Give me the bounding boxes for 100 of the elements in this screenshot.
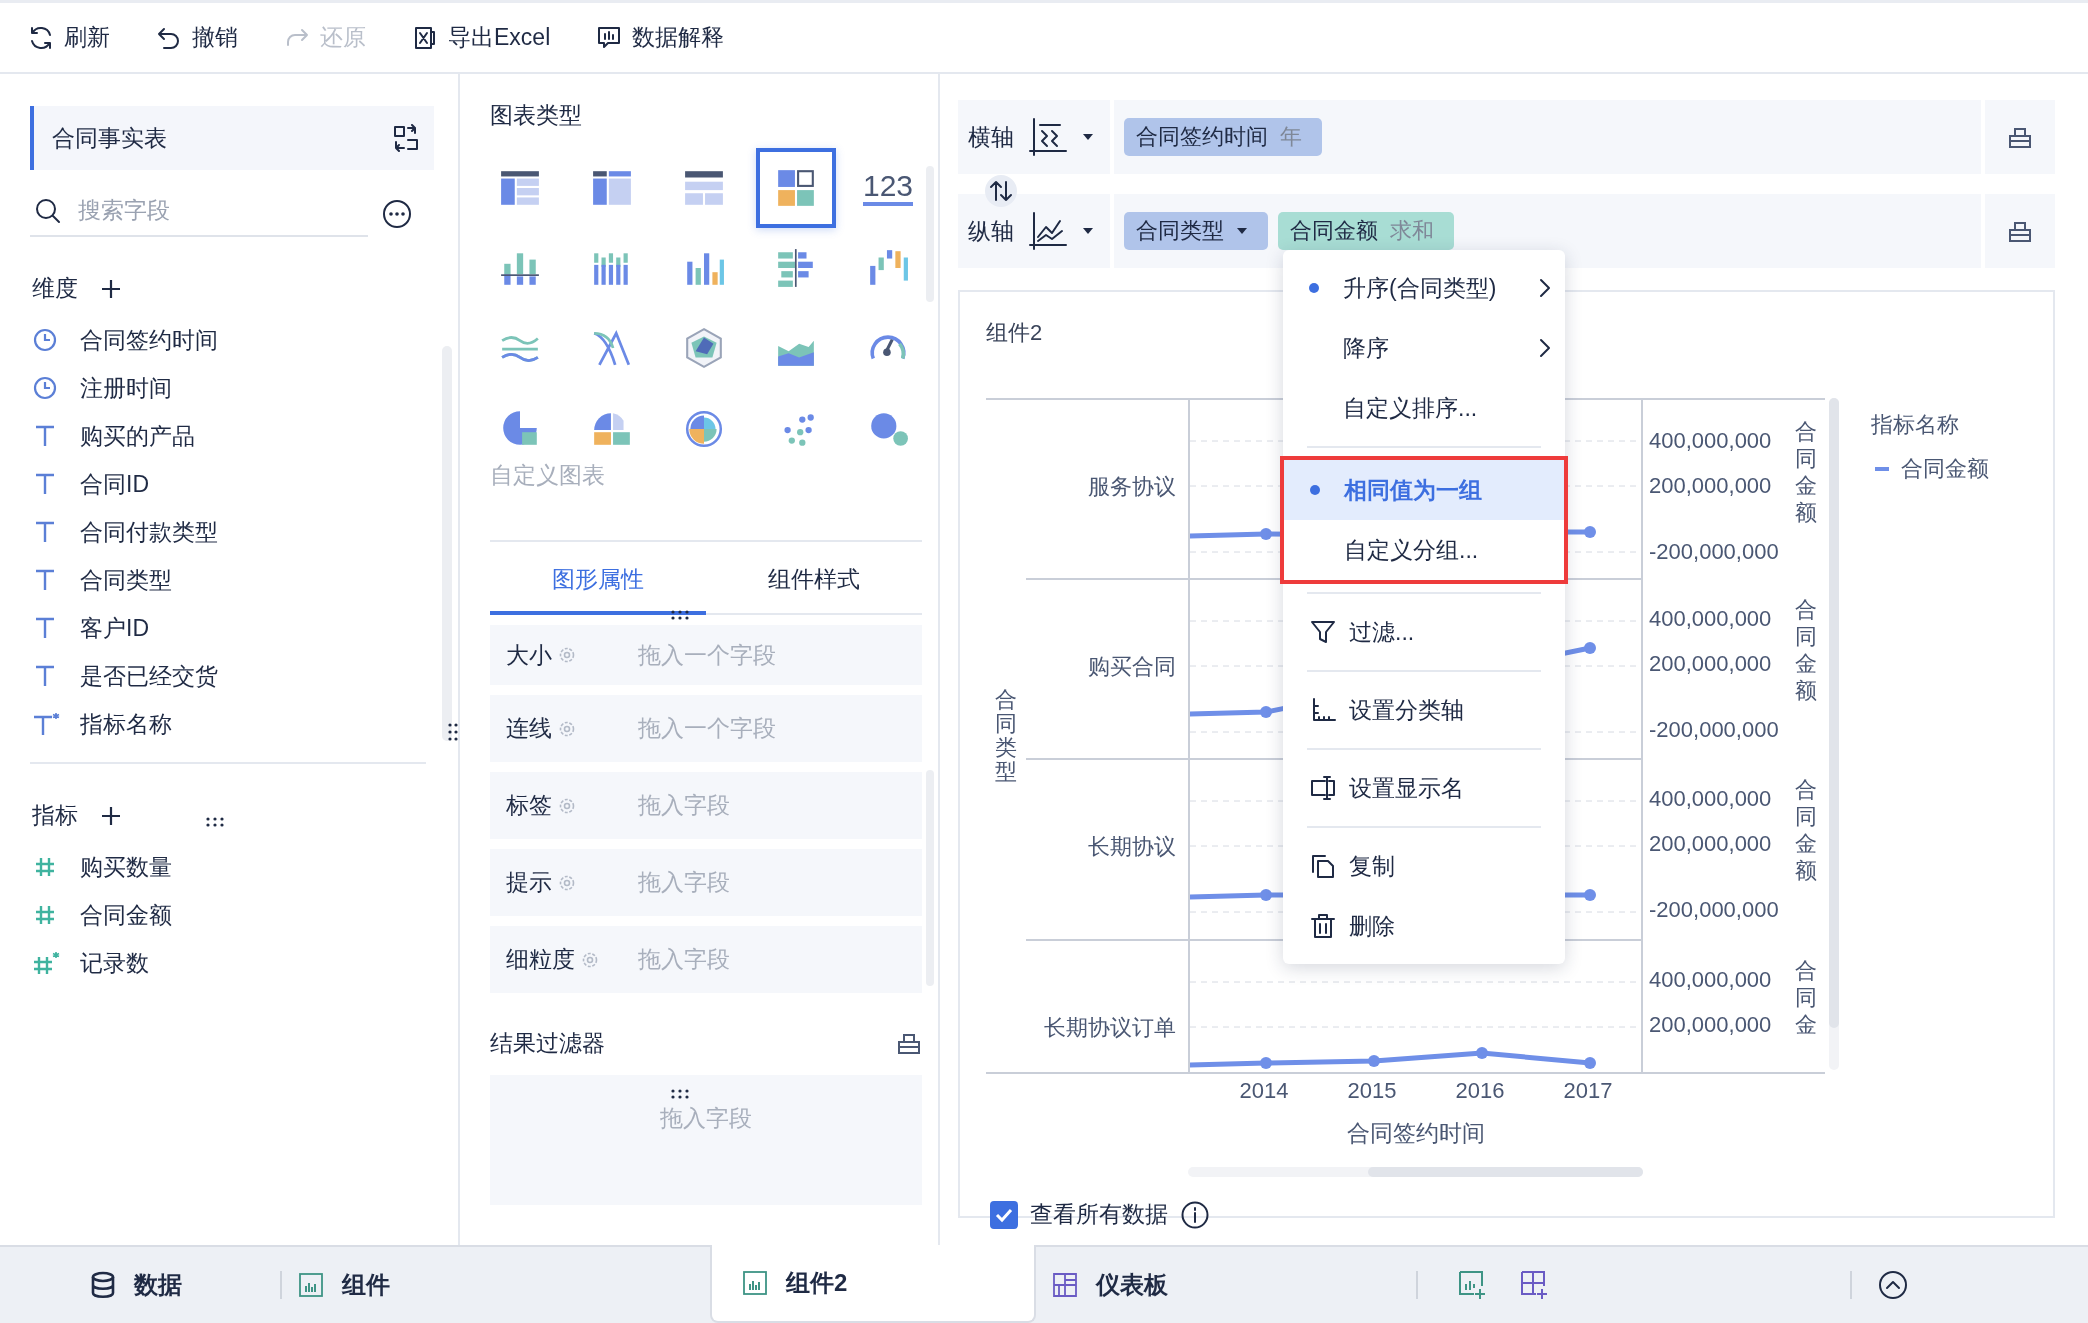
menu-item[interactable]: 过滤... — [1283, 602, 1565, 662]
menu-item[interactable]: 自定义排序... — [1283, 378, 1565, 438]
gear-icon[interactable] — [558, 646, 576, 664]
chart-type-option[interactable] — [756, 148, 836, 228]
menu-item[interactable]: 设置分类轴 — [1283, 680, 1565, 740]
bottom-tab[interactable]: 数据 — [90, 1247, 280, 1323]
tick-label: 2015 — [1346, 1078, 1398, 1104]
filter-icon — [1309, 618, 1337, 646]
gear-icon[interactable] — [558, 719, 576, 738]
gear-icon[interactable] — [581, 950, 599, 969]
tick-label: 400,000,000 — [1649, 428, 1773, 454]
bottom-tab[interactable]: 组件2 — [710, 1245, 1036, 1323]
field-item[interactable]: 购买的产品 — [30, 412, 410, 460]
trash-icon — [1309, 912, 1337, 940]
field-item[interactable]: 合同类型 — [30, 556, 410, 604]
tick-label: -200,000,000 — [1649, 717, 1780, 743]
axis-icon[interactable] — [1028, 211, 1068, 251]
dashboard-icon — [1052, 1272, 1078, 1298]
field-item[interactable]: 注册时间 — [30, 364, 410, 412]
legend-title: 指标名称 — [1871, 411, 1960, 439]
drag-handle-icon[interactable] — [448, 722, 458, 742]
field-item[interactable]: 合同ID — [30, 460, 410, 508]
tick-label: -200,000,000 — [1649, 539, 1780, 565]
swap-icon[interactable] — [984, 174, 1018, 208]
placeholder-text: 拖入一个字段 — [638, 714, 776, 743]
tick-label: 200,000,000 — [1649, 1012, 1773, 1038]
property-label: 细粒度 — [506, 945, 575, 974]
menu-item[interactable]: 降序 — [1283, 318, 1565, 378]
toolbar-button[interactable]: 刷新 — [26, 16, 112, 59]
axis-title: 合同类型 — [995, 687, 1017, 785]
switch-table-icon[interactable] — [392, 124, 420, 152]
scrollbar[interactable] — [1188, 1167, 1643, 1177]
caret-icon[interactable] — [1082, 133, 1094, 141]
menu-item[interactable]: 设置显示名 — [1283, 758, 1565, 818]
axis-label: 纵轴 — [968, 216, 1014, 246]
gear-icon[interactable] — [558, 873, 576, 892]
tab[interactable]: 组件样式 — [706, 554, 922, 615]
caret-icon[interactable] — [1082, 227, 1094, 235]
collapse-icon[interactable] — [1878, 1270, 1908, 1300]
scrollbar[interactable] — [1829, 398, 1839, 1070]
menu-item[interactable]: 自定义分组... — [1284, 520, 1564, 580]
drop-zone[interactable]: 合同签约时间 年 — [1114, 100, 1981, 174]
menu-item[interactable]: 删除 — [1283, 896, 1565, 956]
field-item[interactable]: 购买数量 — [30, 843, 410, 891]
search-field[interactable]: 搜索字段 — [76, 196, 336, 225]
checkbox[interactable] — [990, 1200, 1018, 1229]
gear-icon[interactable] — [558, 796, 576, 815]
field-pill[interactable]: 合同签约时间 年 — [1124, 118, 1322, 156]
rename-icon — [1309, 774, 1337, 802]
tick-label: 2014 — [1238, 1078, 1290, 1104]
number-type-icon — [32, 950, 62, 976]
field-pill[interactable]: 合同金额 求和 — [1278, 212, 1454, 250]
category-label: 购买合同 — [1088, 654, 1176, 679]
tick-label: 400,000,000 — [1649, 606, 1773, 632]
field-pill[interactable]: 合同类型 — [1124, 212, 1268, 250]
toolbar-button[interactable]: 导出Excel — [410, 16, 553, 59]
field-item[interactable]: 指标名称 — [30, 700, 410, 748]
field-item[interactable]: 是否已经交货 — [30, 652, 410, 700]
drag-handle-icon[interactable] — [205, 817, 225, 827]
placeholder-text: 拖入一个字段 — [638, 640, 776, 670]
field-item[interactable]: 合同付款类型 — [30, 508, 410, 556]
menu-item[interactable]: 复制 — [1283, 836, 1565, 896]
drop-zone[interactable]: 大小 拖入一个字段 — [490, 625, 922, 685]
table-header[interactable]: 合同事实表 — [30, 106, 434, 170]
drag-handle-icon[interactable] — [670, 610, 690, 620]
drop-zone[interactable]: 细粒度 拖入字段 — [490, 926, 922, 993]
drop-zone[interactable]: 标签 拖入字段 — [490, 772, 922, 839]
drop-zone[interactable]: 连线 拖入一个字段 — [490, 695, 922, 762]
menu-item[interactable]: 相同值为一组 — [1284, 460, 1564, 520]
placeholder-text: 拖入字段 — [638, 791, 730, 820]
axis-icon[interactable] — [1028, 117, 1068, 157]
property-label: 大小 — [506, 640, 552, 670]
tick-label: 200,000,000 — [1649, 651, 1773, 677]
add-chart-icon[interactable] — [1458, 1270, 1488, 1300]
toolbar-button[interactable]: 数据解释 — [594, 16, 727, 59]
chevron-right-icon — [1539, 278, 1551, 298]
bottom-tab[interactable]: 组件 — [298, 1247, 710, 1323]
scrollbar[interactable] — [442, 346, 452, 741]
more-icon[interactable] — [382, 198, 412, 229]
axis-title: 合同签约时间 — [1345, 1119, 1486, 1148]
drop-zone[interactable]: 提示 拖入字段 — [490, 849, 922, 916]
add-icon[interactable] — [100, 277, 122, 300]
database-icon — [90, 1271, 116, 1299]
toolbar-button[interactable]: 撤销 — [154, 16, 240, 59]
drag-handle-icon[interactable] — [670, 1089, 690, 1099]
field-item[interactable]: 客户ID — [30, 604, 410, 652]
add-dashboard-icon[interactable] — [1520, 1270, 1550, 1300]
field-item[interactable]: 合同签约时间 — [30, 316, 410, 364]
table-name: 合同事实表 — [52, 123, 167, 153]
spreadsheet-icon — [412, 24, 438, 51]
drop-zone[interactable]: 合同类型 合同金额 求和 — [1114, 194, 1981, 268]
checkbox-label: 查看所有数据 — [1030, 1200, 1168, 1229]
bottom-tab[interactable]: 仪表板 — [1036, 1247, 1416, 1323]
dropdown-icon[interactable] — [1236, 227, 1248, 235]
tab[interactable]: 图形属性 — [490, 554, 706, 615]
add-icon[interactable] — [100, 804, 122, 827]
field-item[interactable]: 记录数 — [30, 939, 410, 987]
info-icon[interactable] — [1180, 1199, 1210, 1230]
field-item[interactable]: 合同金额 — [30, 891, 410, 939]
property-label: 标签 — [506, 791, 552, 820]
